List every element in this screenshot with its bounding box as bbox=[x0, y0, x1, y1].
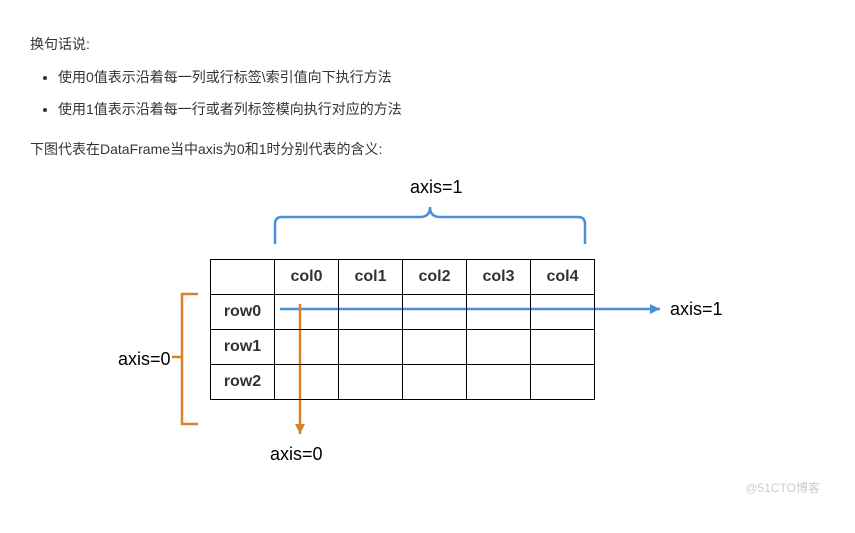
axis0-label-left: axis=0 bbox=[118, 349, 171, 370]
bullet-list: 使用0值表示沿着每一列或行标签\索引值向下执行方法 使用1值表示沿着每一行或者列… bbox=[30, 66, 825, 121]
dataframe-table: col0 col1 col2 col3 col4 row0 row1 row2 bbox=[210, 259, 595, 400]
caption-text: 下图代表在DataFrame当中axis为0和1时分别代表的含义: bbox=[30, 139, 825, 159]
axis1-label-top: axis=1 bbox=[410, 177, 463, 198]
row-header: row0 bbox=[211, 294, 275, 329]
col-header: col1 bbox=[339, 259, 403, 294]
row-header: row1 bbox=[211, 329, 275, 364]
axis-diagram: col0 col1 col2 col3 col4 row0 row1 row2 … bbox=[30, 169, 830, 504]
intro-text: 换句话说: bbox=[30, 34, 825, 54]
axis0-label-bottom: axis=0 bbox=[270, 444, 323, 465]
bullet-item: 使用1值表示沿着每一行或者列标签模向执行对应的方法 bbox=[58, 98, 825, 120]
corner-cell bbox=[211, 259, 275, 294]
col-header: col3 bbox=[467, 259, 531, 294]
axis1-label-right: axis=1 bbox=[670, 299, 723, 320]
col-header: col0 bbox=[275, 259, 339, 294]
col-header: col4 bbox=[531, 259, 595, 294]
watermark-text: @51CTO博客 bbox=[745, 479, 820, 496]
bullet-item: 使用0值表示沿着每一列或行标签\索引值向下执行方法 bbox=[58, 66, 825, 88]
row-header: row2 bbox=[211, 364, 275, 399]
col-header: col2 bbox=[403, 259, 467, 294]
